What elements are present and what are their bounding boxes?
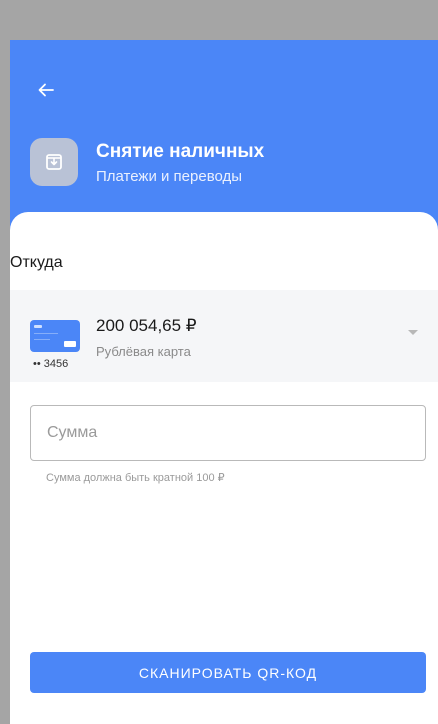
window-border	[0, 40, 10, 724]
cash-withdraw-icon	[30, 138, 78, 186]
card-last-digits: •• 3456	[33, 358, 69, 370]
arrow-left-icon	[38, 83, 54, 97]
header: Снятие наличных Платежи и переводы	[10, 40, 438, 240]
app-screen: Снятие наличных Платежи и переводы Откуд…	[10, 40, 438, 724]
amount-hint: Сумма должна быть кратной 100 ₽	[46, 472, 225, 484]
status-bar	[0, 0, 438, 40]
form-sheet: Откуда •• 3456 200 054,65 ₽ Рублёвая кар…	[10, 212, 438, 724]
card-selector[interactable]: •• 3456 200 054,65 ₽ Рублёвая карта	[10, 290, 438, 382]
scan-qr-button[interactable]: СКАНИРОВАТЬ QR-КОД	[30, 652, 426, 693]
chevron-down-icon	[408, 330, 418, 335]
card-icon	[30, 320, 80, 352]
card-type: Рублёвая карта	[96, 344, 191, 359]
page-subtitle: Платежи и переводы	[96, 168, 243, 185]
amount-input[interactable]	[30, 405, 426, 461]
from-label: Откуда	[10, 254, 63, 271]
page-title: Снятие наличных	[96, 141, 265, 162]
back-button[interactable]	[34, 78, 58, 102]
card-balance: 200 054,65 ₽	[96, 316, 197, 335]
